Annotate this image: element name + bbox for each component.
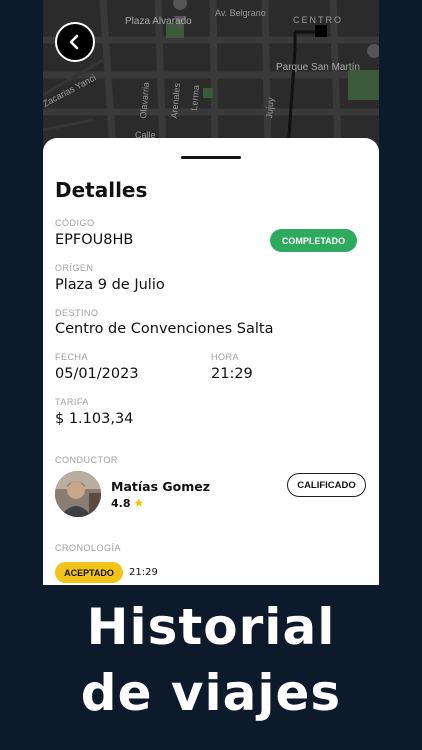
fare-value: $ 1.103,34: [55, 411, 134, 427]
destination-marker: [315, 25, 327, 37]
timeline-status-badge: ACEPTADO: [55, 562, 123, 583]
timeline-section-label: CRONOLOGÍA: [55, 543, 122, 553]
driver-section-label: CONDUCTOR: [55, 455, 118, 465]
rated-button[interactable]: CALIFICADO: [287, 473, 366, 497]
status-badge: COMPLETADO: [270, 229, 357, 252]
fare-label: TARIFA: [55, 397, 89, 407]
back-button[interactable]: [55, 22, 95, 62]
map-label: Plaza Alvarado: [125, 16, 192, 27]
time-label: HORA: [211, 352, 240, 362]
star-icon: ★: [133, 496, 145, 510]
rating-value: 4.8: [111, 496, 131, 510]
timeline-time: 21:29: [129, 567, 158, 578]
map-view[interactable]: Plaza Alvarado Av. Belgrano Parque San M…: [43, 0, 379, 150]
destination-label: DESTINO: [55, 308, 99, 318]
chevron-left-icon: [69, 34, 79, 50]
map-label: Parque San Martín: [276, 62, 360, 73]
headline-line-1: Historial: [86, 598, 336, 656]
driver-rating: 4.8 ★: [111, 496, 144, 510]
map-label: Jujuy: [264, 97, 276, 119]
map-label: Av. Belgrano: [215, 8, 266, 18]
driver-name: Matías Gomez: [111, 479, 210, 494]
sheet-handle[interactable]: [181, 156, 241, 159]
destination-value: Centro de Convenciones Salta: [55, 321, 274, 337]
date-label: FECHA: [55, 352, 89, 362]
map-label: CENTRO: [293, 15, 343, 25]
code-label: CÓDIGO: [55, 218, 95, 228]
origin-label: ORÍGEN: [55, 263, 94, 273]
headline-line-2: de viajes: [80, 664, 342, 722]
page-title: Detalles: [55, 178, 148, 202]
driver-avatar: [55, 471, 101, 517]
date-value: 05/01/2023: [55, 366, 139, 382]
origin-value: Plaza 9 de Julio: [55, 277, 165, 293]
time-value: 21:29: [211, 366, 253, 382]
trip-details-sheet: Detalles CÓDIGO EPFOU8HB COMPLETADO ORÍG…: [43, 138, 379, 585]
trip-code: EPFOU8HB: [55, 232, 134, 248]
